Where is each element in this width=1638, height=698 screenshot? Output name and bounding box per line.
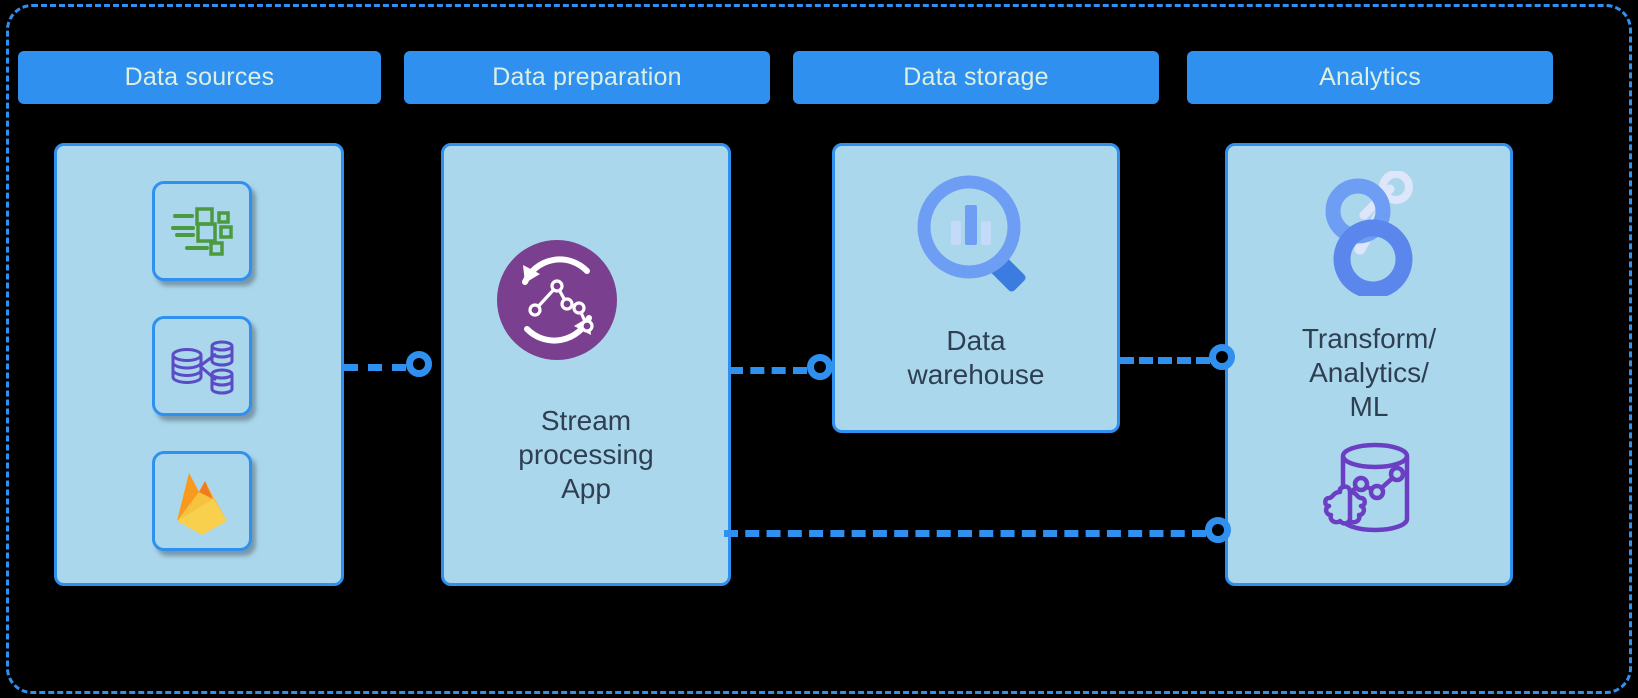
column-header-label: Data storage [903,63,1049,91]
connector-endpoint-analytics-top[interactable] [1209,344,1235,370]
panel-label-line: warehouse [907,359,1045,390]
connector-storage-to-analytics [1120,357,1210,364]
connector-endpoint-analytics-bottom[interactable] [1205,517,1231,543]
connector-endpoint-preparation[interactable] [406,351,432,377]
connector-preparation-to-storage [729,367,807,374]
panel-label-analytics: Transform/ Analytics/ ML [1228,322,1510,424]
connector-sources-to-preparation [344,364,406,371]
panel-data-storage[interactable]: Data warehouse [832,143,1120,433]
panel-label-line: ML [1349,391,1389,422]
dataflow-icon-wrap [1318,170,1428,301]
column-header-label: Data sources [124,63,275,91]
panel-label-line: App [561,473,611,504]
ml-database-icon-wrap [1313,434,1431,549]
panel-label-line: Analytics/ [1309,357,1429,388]
panel-label-line: Transform/ [1301,323,1437,354]
diagram-canvas: Data sources Data preparation Data stora… [0,0,1638,698]
tile-database-replication[interactable] [152,316,252,416]
tile-event-stream[interactable] [152,181,252,281]
column-header-analytics[interactable]: Analytics [1187,51,1553,104]
connector-endpoint-storage[interactable] [807,354,833,380]
panel-data-preparation[interactable]: Stream processing App [441,143,731,586]
stream-processing-icon [497,240,617,360]
column-header-data-storage[interactable]: Data storage [793,51,1159,104]
panel-label-line: Data [946,325,1006,356]
data-warehouse-icon-wrap [913,171,1043,306]
column-header-label: Data preparation [492,63,682,91]
column-header-data-sources[interactable]: Data sources [18,51,381,104]
data-warehouse-icon [917,175,1026,292]
panel-label-line: Stream [540,405,632,436]
stream-processing-icon-wrap [495,238,619,367]
dataflow-icon [1325,170,1413,299]
panel-label-line: processing [518,439,654,470]
panel-data-sources[interactable] [54,143,344,586]
panel-label-data-storage: Data warehouse [835,324,1117,392]
tile-firebase[interactable] [152,451,252,551]
column-header-data-preparation[interactable]: Data preparation [404,51,770,104]
connector-preparation-to-analytics [724,530,1206,537]
panel-label-data-preparation: Stream processing App [444,404,728,506]
panel-analytics[interactable]: Transform/ Analytics/ ML [1225,143,1513,586]
database-replication-icon [171,340,234,395]
event-stream-icon [171,207,233,256]
firebase-icon [177,473,227,535]
column-header-label: Analytics [1319,63,1421,91]
ml-database-icon [1323,442,1410,533]
